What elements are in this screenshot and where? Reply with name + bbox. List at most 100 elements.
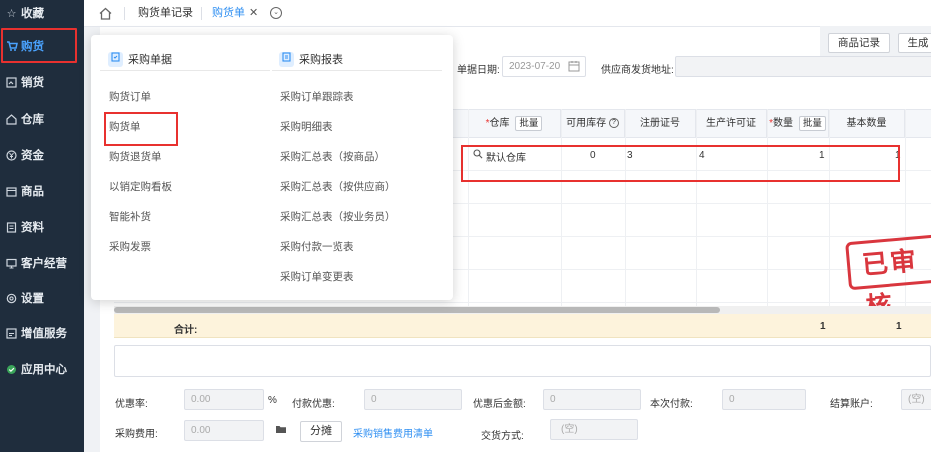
sidebar-item-label: 客户经营 (21, 258, 67, 270)
trade-method-label: 交货方式: (481, 431, 524, 442)
sidebar-item-sales[interactable]: 销货 (0, 64, 84, 100)
menu-item-smart-replenish[interactable]: 智能补货 (109, 209, 151, 224)
trade-method-select[interactable]: (空) (550, 419, 638, 440)
yen-icon (5, 149, 18, 162)
account-select[interactable]: (空) (901, 389, 931, 410)
document-icon (108, 51, 123, 67)
qty-batch-button[interactable]: 批量 (798, 115, 826, 131)
close-icon[interactable]: ✕ (249, 0, 258, 27)
goods-icon (5, 185, 18, 198)
column-divider (829, 109, 830, 306)
this-payment-input[interactable]: 0 (722, 389, 806, 410)
this-payment-label: 本次付款: (650, 399, 693, 410)
scrollbar-thumb[interactable] (114, 307, 720, 313)
menu-item-sales-based-board[interactable]: 以销定购看板 (109, 179, 172, 194)
chevron-down-icon[interactable]: ⌄ (270, 7, 282, 19)
header-qty-label: 数量 (773, 118, 794, 129)
file-icon (5, 221, 18, 234)
sidebar-item-app-center[interactable]: 应用中心 (0, 351, 84, 387)
sidebar-item-label: 增值服务 (21, 328, 67, 340)
header-qty: *数量 批量 (767, 110, 829, 138)
sidebar-item-value-added[interactable]: 增值服务 (0, 315, 84, 351)
menu-item-order-tracking[interactable]: 采购订单跟踪表 (280, 89, 354, 104)
sidebar-item-label: 收藏 (21, 8, 44, 20)
menu-section-documents: 采购单据 (108, 51, 172, 67)
sidebar-item-funds[interactable]: 资金 (0, 137, 84, 173)
pay-discount-label: 付款优惠: (292, 399, 335, 410)
header-warehouse: *仓库 批量 (468, 110, 561, 138)
sidebar-item-favorites[interactable]: ☆ 收藏 (0, 0, 84, 31)
tab-purchase-records[interactable]: 购货单记录 (138, 0, 193, 27)
header-warehouse-label: 仓库 (489, 118, 510, 129)
menu-item-summary-by-salesman[interactable]: 采购汇总表（按业务员） (280, 209, 396, 224)
purchase-fee-label: 采购费用: (115, 429, 158, 440)
header-reg-no: 注册证号 (625, 110, 696, 138)
sidebar-item-customer[interactable]: 客户经营 (0, 245, 84, 281)
help-icon[interactable]: ? (608, 118, 619, 129)
sidebar-item-label: 商品 (21, 186, 44, 198)
menu-divider (272, 70, 442, 71)
header-license: 生产许可证 (696, 110, 767, 138)
sidebar-item-goods[interactable]: 商品 (0, 173, 84, 209)
purchase-menu: 采购单据 采购报表 购货订单 购货单 购货退货单 以销定购看板 智能补货 采购发… (91, 35, 453, 300)
home-icon[interactable] (98, 6, 113, 21)
tab-divider (201, 7, 202, 20)
menu-item-summary-by-supplier[interactable]: 采购汇总表（按供应商） (280, 179, 396, 194)
highlight-box (461, 145, 900, 182)
sidebar-item-settings[interactable]: 设置 (0, 280, 84, 316)
remark-input[interactable] (114, 345, 931, 377)
header-stock-label: 可用库存 (566, 118, 607, 129)
fee-list-link[interactable]: 采购销售费用清单 (353, 425, 433, 440)
menu-item-purchase-return[interactable]: 购货退货单 (109, 149, 162, 164)
sidebar-item-warehouse[interactable]: 仓库 (0, 101, 84, 137)
sidebar-item-label: 销货 (21, 77, 44, 89)
service-icon (5, 327, 18, 340)
total-label: 合计: (174, 325, 198, 336)
menu-section-title: 采购单据 (128, 54, 172, 66)
date-value: 2023-07-20 (509, 61, 561, 72)
sidebar-item-label: 仓库 (21, 114, 44, 126)
star-icon: ☆ (6, 7, 17, 20)
total-row (114, 314, 931, 338)
menu-section-reports: 采购报表 (279, 51, 343, 67)
tab-bar: 购货单记录 购货单 ✕ ⌄ (84, 0, 931, 27)
generate-button[interactable]: 生成 (898, 33, 931, 53)
header-stock: 可用库存 ? (561, 110, 625, 138)
horizontal-scrollbar[interactable] (114, 306, 931, 314)
account-label: 结算账户: (830, 399, 873, 410)
address-input[interactable] (675, 56, 931, 77)
column-divider (561, 109, 562, 306)
report-icon (279, 51, 294, 67)
discount-rate-label: 优惠率: (115, 399, 148, 410)
menu-item-purchase-invoice[interactable]: 采购发票 (109, 239, 151, 254)
pay-discount-input[interactable]: 0 (364, 389, 462, 410)
menu-item-summary-by-product[interactable]: 采购汇总表（按商品） (280, 149, 385, 164)
date-input[interactable]: 2023-07-20 (502, 56, 586, 77)
menu-item-order-changes[interactable]: 采购订单变更表 (280, 269, 354, 284)
allocate-button[interactable]: 分摊 (300, 421, 342, 442)
percent-label: % (268, 395, 277, 406)
menu-item-purchase-order[interactable]: 购货订单 (109, 89, 151, 104)
menu-item-purchase-detail[interactable]: 采购明细表 (280, 119, 333, 134)
discount-rate-input[interactable]: 0.00 (184, 389, 264, 410)
app-center-icon (5, 363, 18, 376)
purchase-fee-input[interactable]: 0.00 (184, 420, 264, 441)
warehouse-batch-button[interactable]: 批量 (515, 115, 543, 131)
highlight-box (1, 28, 77, 63)
folder-icon[interactable] (275, 424, 287, 437)
sidebar: ☆ 收藏 购货 销货 仓库 资金 商品 资料 客户经营 设置 增值服务 应用中心 (0, 0, 84, 452)
product-record-button[interactable]: 商品记录 (828, 33, 890, 53)
column-divider (767, 109, 768, 306)
sidebar-item-label: 应用中心 (21, 364, 67, 376)
column-divider (468, 109, 469, 306)
sidebar-item-label: 资金 (21, 150, 44, 162)
tab-purchase-order[interactable]: 购货单 (212, 0, 245, 27)
sidebar-item-label: 设置 (21, 293, 44, 305)
menu-item-payment-list[interactable]: 采购付款一览表 (280, 239, 354, 254)
calendar-icon (568, 60, 580, 79)
sidebar-item-data[interactable]: 资料 (0, 209, 84, 245)
menu-section-title: 采购报表 (299, 54, 343, 66)
column-divider (696, 109, 697, 306)
after-discount-input[interactable]: 0 (543, 389, 641, 410)
after-discount-label: 优惠后金额: (473, 399, 526, 410)
